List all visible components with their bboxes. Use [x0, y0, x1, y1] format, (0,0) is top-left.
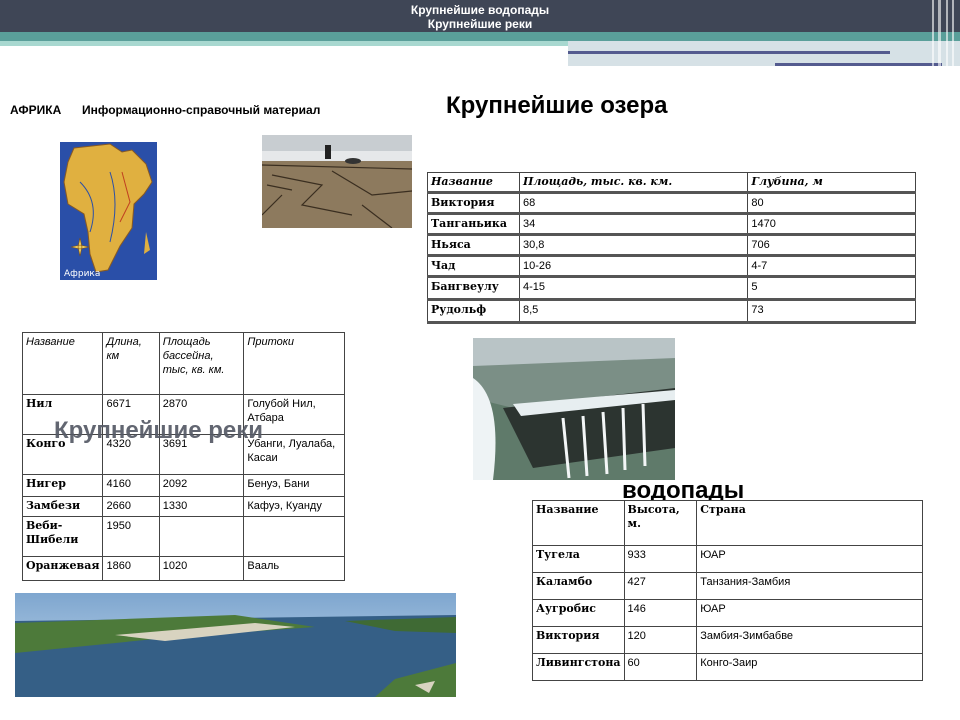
lakes-cell: Чад	[427, 255, 520, 278]
waterfall-image	[473, 338, 675, 480]
falls-cell: ЮАР	[696, 545, 923, 573]
header-accent-line	[775, 63, 942, 66]
table-row: Аугробис 146 ЮАР	[532, 599, 923, 627]
lakes-header-cell: Площадь, тыс. кв. км.	[518, 172, 749, 194]
table-row: Нигер 4160 2092 Бенуэ, Бани	[21, 474, 345, 497]
lakes-cell: 73	[747, 299, 916, 324]
rivers-cell: Кафуэ, Куанду	[243, 496, 345, 517]
map-caption: Африка	[64, 269, 100, 279]
africa-label: АФРИКА	[10, 103, 62, 117]
lakes-cell: Виктория	[427, 192, 520, 215]
header-teal-band	[0, 32, 960, 41]
rivers-title: Крупнейшие реки	[54, 417, 263, 444]
table-row: Оранжевая 1860 1020 Вааль	[21, 556, 345, 581]
rivers-cell: 2092	[158, 474, 245, 497]
lakes-table-body: Название Площадь, тыс. кв. км. Глубина, мВ…	[427, 172, 916, 324]
table-row: Рудольф 8,5 73	[427, 299, 916, 324]
falls-cell: Замбия-Зимбабве	[696, 626, 923, 654]
river-image	[15, 593, 456, 697]
falls-cell: 427	[623, 572, 698, 600]
table-row: Веби-Шибели 1950	[21, 516, 345, 557]
rivers-cell: Вааль	[243, 556, 345, 581]
lakes-cell: 5	[747, 276, 916, 301]
table-row: Тугела 933 ЮАР	[532, 545, 923, 573]
lakes-cell: 68	[518, 192, 749, 215]
lakes-cell: Рудольф	[427, 299, 520, 324]
dry-lake-image	[262, 135, 412, 228]
rivers-cell: 1330	[158, 496, 245, 517]
lakes-header-cell: Название	[427, 172, 520, 194]
falls-table-body: Название Высота, м. Страна Тугела 933 ЮАР Кала…	[532, 500, 923, 681]
falls-cell: 60	[623, 653, 698, 681]
lakes-cell: 4-15	[518, 276, 749, 301]
lakes-cell: 10-26	[518, 255, 749, 278]
falls-cell: Тугела	[532, 545, 625, 573]
lakes-cell: Танганьика	[427, 213, 520, 236]
lakes-header-row: Название Площадь, тыс. кв. км. Глубина, м	[427, 172, 916, 194]
rivers-cell: 4160	[102, 474, 160, 497]
rivers-cell: Веби-Шибели	[21, 516, 104, 557]
rivers-cell: 1860	[102, 556, 160, 581]
rivers-table: Название Длина, км Площадь бассейна, тыс, …	[21, 332, 345, 581]
rivers-cell: 2660	[102, 496, 160, 517]
lakes-cell: 80	[747, 192, 916, 215]
table-row: Ньяса 30,8 706	[427, 234, 916, 257]
rivers-cell: Замбези	[21, 496, 104, 517]
falls-cell: Ливингстона	[532, 653, 625, 681]
table-row: Танганьика 34 1470	[427, 213, 916, 236]
falls-cell: Каламбо	[532, 572, 625, 600]
lakes-cell: 8,5	[518, 299, 749, 324]
rivers-cell: 1020	[158, 556, 245, 581]
lakes-title: Крупнейшие озера	[446, 92, 668, 119]
header-light-band	[0, 41, 568, 46]
header-title-line1: Крупнейшие водопады	[410, 3, 550, 17]
falls-cell: Аугробис	[532, 599, 625, 627]
info-label: Информационно-справочный материал	[82, 103, 321, 117]
africa-map-image: Африка	[60, 142, 157, 280]
table-row: Ливингстона 60 Конго-Заир	[532, 653, 923, 681]
header-title: Крупнейшие водопады Крупнейшие реки	[0, 3, 960, 31]
lakes-cell: 4-7	[747, 255, 916, 278]
falls-cell: Танзания-Замбия	[696, 572, 923, 600]
header-accent-line	[568, 51, 890, 54]
rivers-header-cell: Название	[21, 332, 104, 395]
header-title-line2: Крупнейшие реки	[427, 17, 533, 31]
rivers-cell: Оранжевая	[21, 556, 104, 581]
falls-header-cell: Название	[532, 500, 625, 546]
lakes-cell: 706	[747, 234, 916, 257]
table-row: Виктория 68 80	[427, 192, 916, 215]
rivers-cell: Нигер	[21, 474, 104, 497]
lakes-cell: Ньяса	[427, 234, 520, 257]
rivers-cell	[243, 516, 345, 557]
falls-cell: Конго-Заир	[696, 653, 923, 681]
lakes-cell: 34	[518, 213, 749, 236]
lakes-cell: Бангвеулу	[427, 276, 520, 301]
falls-cell: 146	[623, 599, 698, 627]
table-row: Бангвеулу 4-15 5	[427, 276, 916, 301]
rivers-header-cell: Площадь бассейна, тыс, кв. км.	[158, 332, 245, 395]
falls-header-cell: Страна	[696, 500, 923, 546]
table-row: Чад 10-26 4-7	[427, 255, 916, 278]
table-row: Виктория 120 Замбия-Зимбабве	[532, 626, 923, 654]
lakes-table: Название Площадь, тыс. кв. км. Глубина, мВ…	[427, 172, 916, 324]
falls-cell: 933	[623, 545, 698, 573]
rivers-header-cell: Притоки	[243, 332, 345, 395]
lakes-header-cell: Глубина, м	[747, 172, 916, 194]
rivers-header-row: Название Длина, км Площадь бассейна, тыс, …	[21, 332, 345, 395]
rivers-cell	[158, 516, 245, 557]
rivers-table-body: Название Длина, км Площадь бассейна, тыс, …	[21, 332, 345, 581]
lakes-cell: 1470	[747, 213, 916, 236]
table-row: Замбези 2660 1330 Кафуэ, Куанду	[21, 496, 345, 517]
lakes-cell: 30,8	[518, 234, 749, 257]
falls-cell: Виктория	[532, 626, 625, 654]
table-row: Каламбо 427 Танзания-Замбия	[532, 572, 923, 600]
falls-header-cell: Высота, м.	[623, 500, 698, 546]
falls-cell: ЮАР	[696, 599, 923, 627]
rivers-header-cell: Длина, км	[102, 332, 160, 395]
falls-cell: 120	[623, 626, 698, 654]
falls-header-row: Название Высота, м. Страна	[532, 500, 923, 546]
rivers-cell: 1950	[102, 516, 160, 557]
rivers-cell: Бенуэ, Бани	[243, 474, 345, 497]
falls-table: Название Высота, м. Страна Тугела 933 ЮАР Кала…	[532, 500, 923, 681]
